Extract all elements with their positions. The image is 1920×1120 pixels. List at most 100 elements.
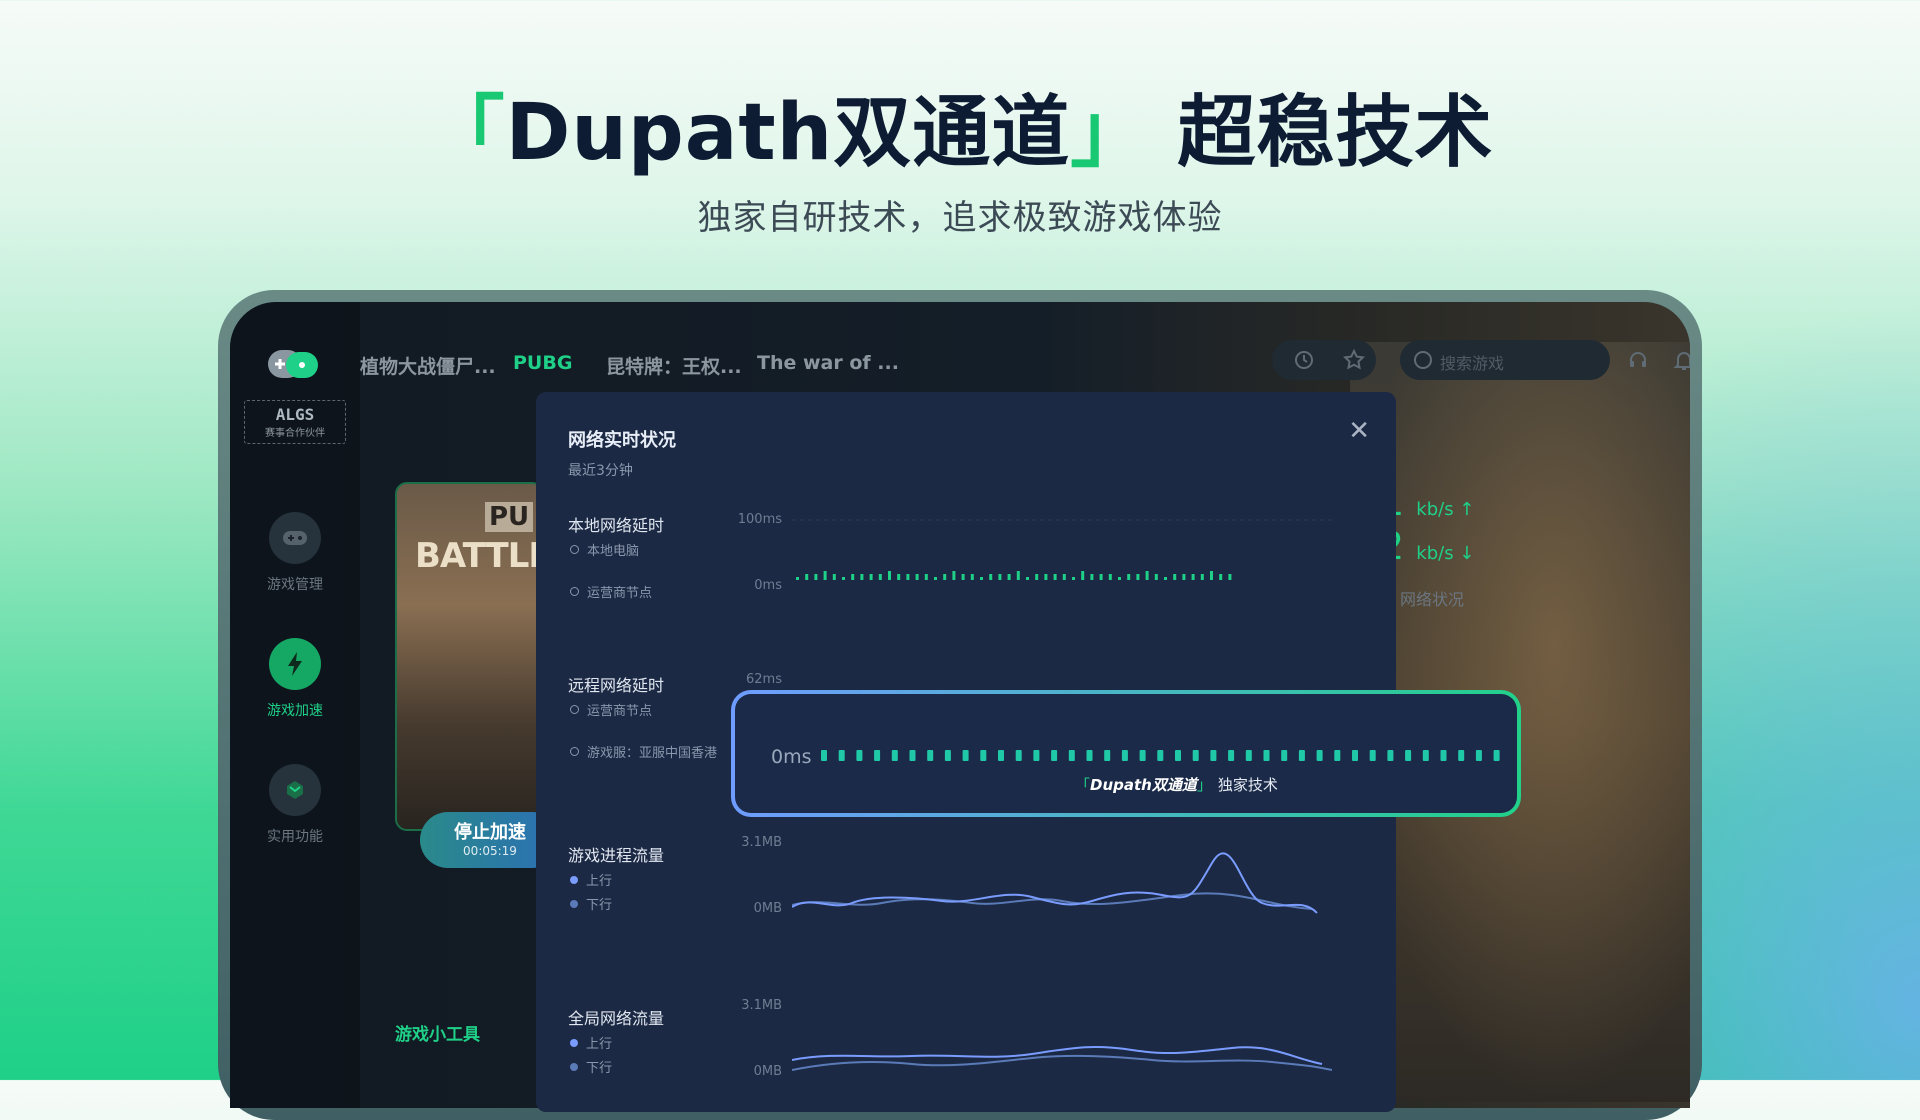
latency-bar bbox=[1118, 577, 1121, 580]
global-down-series bbox=[792, 1054, 1332, 1071]
sidebar-label: 游戏管理 bbox=[267, 577, 323, 593]
local-latency-chart bbox=[792, 519, 1332, 580]
legend-item: 上行 bbox=[570, 870, 612, 889]
hero-bracket-open: 「 bbox=[426, 88, 506, 178]
latency-bar bbox=[915, 574, 919, 580]
latency-bar bbox=[1081, 571, 1085, 580]
latency-bar bbox=[1154, 574, 1158, 580]
latency-bar bbox=[832, 574, 836, 580]
latency-bar bbox=[838, 750, 845, 761]
tab-pubg[interactable]: PUBG bbox=[513, 352, 572, 374]
latency-bar bbox=[1086, 750, 1093, 761]
latency-bar bbox=[1182, 574, 1186, 580]
search-input[interactable]: 搜索游戏 bbox=[1400, 340, 1610, 380]
latency-bar bbox=[1263, 750, 1270, 761]
app-logo-icon bbox=[268, 350, 318, 378]
latency-bar bbox=[961, 574, 965, 580]
latency-bar bbox=[1175, 750, 1181, 761]
latency-bar bbox=[1099, 574, 1103, 580]
latency-bar bbox=[814, 574, 818, 580]
latency-bar bbox=[1210, 750, 1217, 761]
latency-bar bbox=[1033, 750, 1040, 761]
game-tools-label[interactable]: 游戏小工具 bbox=[395, 1020, 480, 1045]
legend-dot-icon bbox=[570, 545, 579, 554]
latency-bar bbox=[874, 750, 881, 761]
algs-badge-caption: 赛事合作伙伴 bbox=[265, 428, 325, 439]
latency-bar bbox=[1422, 750, 1429, 761]
latency-bar bbox=[878, 574, 882, 580]
latency-bar bbox=[909, 750, 916, 761]
tab-plants-vs-zombies[interactable]: 植物大战僵尸... bbox=[360, 352, 496, 379]
badge-brand: Dupath双通道 bbox=[1090, 776, 1197, 794]
legend-dot-icon bbox=[570, 1063, 578, 1071]
dupath-highlight-panel: 0ms 「Dupath双通道」 独家技术 bbox=[731, 690, 1521, 817]
top-bar: 植物大战僵尸... PUBG 昆特牌：王权... The war of ... … bbox=[360, 302, 1690, 402]
global-traffic-title: 全局网络流量 bbox=[568, 1009, 665, 1028]
legend-dot-icon bbox=[570, 876, 578, 884]
latency-bar bbox=[860, 574, 864, 580]
tab-gwent[interactable]: 昆特牌：王权... bbox=[606, 352, 742, 379]
search-placeholder: 搜索游戏 bbox=[1440, 354, 1505, 373]
hero-title-tail: 超稳技术 bbox=[1149, 88, 1494, 178]
legend-label: 下行 bbox=[586, 898, 613, 913]
star-icon[interactable] bbox=[1342, 348, 1366, 371]
latency-bar bbox=[934, 577, 937, 580]
legend-dot-icon bbox=[570, 587, 579, 596]
hero-title-main: Dupath双通道 bbox=[505, 88, 1071, 178]
latency-bar bbox=[823, 571, 827, 580]
legend-item: 上行 bbox=[570, 1033, 612, 1052]
latency-bar bbox=[980, 577, 983, 580]
badge-bracket-open: 「 bbox=[1075, 776, 1091, 794]
latency-bar bbox=[1458, 750, 1465, 761]
latency-bar bbox=[1219, 574, 1223, 580]
local-latency-title: 本地网络延时 bbox=[568, 516, 665, 535]
tab-the-war-of[interactable]: The war of ... bbox=[757, 352, 899, 374]
axis-label: 62ms bbox=[746, 672, 782, 687]
latency-bar bbox=[989, 574, 993, 580]
sidebar-item-game-manage[interactable]: 游戏管理 bbox=[230, 512, 360, 594]
latency-bar bbox=[1035, 574, 1039, 580]
gamepad-icon bbox=[269, 512, 321, 564]
badge-tail: 独家技术 bbox=[1217, 776, 1278, 794]
latency-bar bbox=[927, 750, 934, 761]
latency-bar bbox=[1044, 574, 1048, 580]
latency-bar bbox=[1072, 577, 1075, 580]
latency-bar bbox=[1298, 750, 1305, 761]
latency-bar bbox=[1281, 750, 1288, 761]
latency-bar bbox=[1157, 750, 1164, 761]
search-icon bbox=[1414, 351, 1432, 369]
latency-bar bbox=[1493, 750, 1500, 761]
latency-bar bbox=[1210, 571, 1213, 580]
close-icon[interactable]: ✕ bbox=[1348, 416, 1370, 446]
latency-bar bbox=[906, 574, 910, 580]
headset-icon[interactable] bbox=[1627, 349, 1649, 371]
legend-item: 运营商节点 bbox=[570, 700, 652, 719]
latency-bar bbox=[1015, 750, 1022, 761]
remote-latency-title: 远程网络延时 bbox=[568, 676, 665, 695]
legend-item: 运营商节点 bbox=[570, 582, 652, 601]
game-cover-card[interactable]: PU BATTLEG bbox=[395, 482, 544, 831]
sidebar-item-game-boost[interactable]: 游戏加速 bbox=[230, 638, 360, 720]
legend-dot-icon bbox=[570, 1039, 578, 1047]
axis-label: 0ms bbox=[754, 578, 782, 593]
history-icon[interactable] bbox=[1293, 349, 1315, 371]
bell-icon[interactable] bbox=[1673, 349, 1690, 371]
latency-bar bbox=[1173, 574, 1177, 580]
sidebar-item-utilities[interactable]: 实用功能 bbox=[230, 764, 360, 846]
legend-label: 上行 bbox=[586, 1037, 613, 1052]
latency-bar bbox=[1051, 750, 1058, 761]
latency-bar bbox=[1334, 750, 1341, 761]
latency-bar bbox=[869, 574, 873, 580]
legend-item: 下行 bbox=[570, 894, 612, 913]
lightning-icon bbox=[269, 638, 321, 690]
hero-title: 「Dupath双通道」 超稳技术 bbox=[0, 70, 1920, 182]
latency-bar bbox=[962, 750, 969, 761]
latency-bar bbox=[851, 574, 855, 580]
latency-bar bbox=[796, 577, 799, 580]
legend-label: 下行 bbox=[586, 1061, 613, 1076]
network-status-label: 网络状况 bbox=[1400, 590, 1465, 609]
latency-bar bbox=[1104, 750, 1111, 761]
algs-badge-title: ALGS bbox=[275, 405, 315, 424]
axis-label: 0MB bbox=[753, 1064, 782, 1079]
latency-bar bbox=[1139, 750, 1146, 761]
